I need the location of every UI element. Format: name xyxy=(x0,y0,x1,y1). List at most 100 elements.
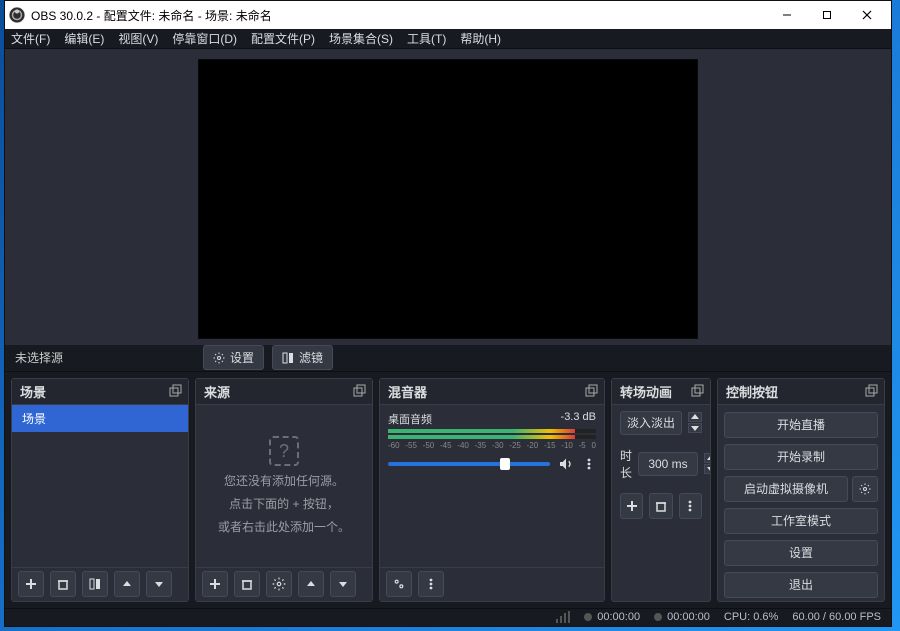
studio-mode-button[interactable]: 工作室模式 xyxy=(724,508,878,534)
mixer-menu-button[interactable] xyxy=(418,571,444,597)
remove-source-button[interactable] xyxy=(234,571,260,597)
scene-item[interactable]: 场景 xyxy=(12,405,188,432)
popout-icon[interactable] xyxy=(864,384,878,398)
window-title: OBS 30.0.2 - 配置文件: 未命名 - 场景: 未命名 xyxy=(31,7,767,24)
scenes-list[interactable]: 场景 xyxy=(12,405,188,567)
tick: -35 xyxy=(475,441,487,450)
transitions-header: 转场动画 xyxy=(612,379,710,405)
transition-select-spin[interactable] xyxy=(688,412,702,433)
sources-empty-hint: ? 您还没有添加任何源。 点击下面的 + 按钮， 或者右击此处添加一个。 xyxy=(196,405,372,567)
mixer-db-value: -3.3 dB xyxy=(561,411,596,427)
minimize-button[interactable] xyxy=(767,1,807,29)
mixer-header: 混音器 xyxy=(380,379,604,405)
vu-meter xyxy=(388,435,596,439)
mixer-dock: 混音器 桌面音频 -3.3 dB -60 -55 -50 -45 xyxy=(379,378,605,602)
controls-title: 控制按钮 xyxy=(726,382,778,401)
menu-dock[interactable]: 停靠窗口(D) xyxy=(172,30,237,47)
move-scene-up-button[interactable] xyxy=(114,571,140,597)
mixer-channel-desktop-audio: 桌面音频 -3.3 dB -60 -55 -50 -45 -40 -35 -30… xyxy=(380,405,604,472)
mixer-body: 桌面音频 -3.3 dB -60 -55 -50 -45 -40 -35 -30… xyxy=(380,405,604,567)
start-virtual-cam-button[interactable]: 启动虚拟摄像机 xyxy=(724,476,848,502)
duration-input[interactable] xyxy=(638,452,698,476)
popout-icon[interactable] xyxy=(168,384,182,398)
volume-slider[interactable] xyxy=(388,462,550,466)
docks-area: 场景 场景 来源 ? 您还没有添加任何源 xyxy=(5,372,891,608)
maximize-button[interactable] xyxy=(807,1,847,29)
add-source-button[interactable] xyxy=(202,571,228,597)
transition-selected-label: 淡入淡出 xyxy=(627,414,675,431)
popout-icon[interactable] xyxy=(584,384,598,398)
obs-window: OBS 30.0.2 - 配置文件: 未命名 - 场景: 未命名 文件(F) 编… xyxy=(4,0,892,627)
tick: -10 xyxy=(561,441,573,450)
popout-icon[interactable] xyxy=(690,384,704,398)
sources-header: 来源 xyxy=(196,379,372,405)
transitions-title: 转场动画 xyxy=(620,382,672,401)
virtual-cam-settings-button[interactable] xyxy=(852,476,878,502)
start-recording-button[interactable]: 开始录制 xyxy=(724,444,878,470)
meter-ticks: -60 -55 -50 -45 -40 -35 -30 -25 -20 -15 … xyxy=(388,441,596,450)
preview-area xyxy=(5,49,891,345)
tick: -50 xyxy=(423,441,435,450)
transitions-dock: 转场动画 淡入淡出 时长 xyxy=(611,378,711,602)
move-source-down-button[interactable] xyxy=(330,571,356,597)
exit-button[interactable]: 退出 xyxy=(724,572,878,598)
start-streaming-button[interactable]: 开始直播 xyxy=(724,412,878,438)
kebab-icon[interactable] xyxy=(582,457,596,471)
controls-dock: 控制按钮 开始直播 开始录制 启动虚拟摄像机 工作室模式 设置 退出 xyxy=(717,378,885,602)
menu-tools[interactable]: 工具(T) xyxy=(407,30,446,47)
menubar: 文件(F) 编辑(E) 视图(V) 停靠窗口(D) 配置文件(P) 场景集合(S… xyxy=(5,29,891,49)
scenes-dock: 场景 场景 xyxy=(11,378,189,602)
source-settings-button[interactable]: 设置 xyxy=(203,345,264,370)
cpu-status: CPU: 0.6% xyxy=(724,611,778,623)
source-properties-button[interactable] xyxy=(266,571,292,597)
mixer-title: 混音器 xyxy=(388,382,427,401)
source-filters-label: 滤镜 xyxy=(299,349,323,366)
tick: -30 xyxy=(492,441,504,450)
menu-file[interactable]: 文件(F) xyxy=(11,30,50,47)
preview-canvas[interactable] xyxy=(198,59,698,339)
transition-select[interactable]: 淡入淡出 xyxy=(620,411,682,435)
speaker-icon[interactable] xyxy=(558,456,574,472)
controls-header: 控制按钮 xyxy=(718,379,884,405)
menu-scene-collection[interactable]: 场景集合(S) xyxy=(329,30,393,47)
remove-transition-button[interactable] xyxy=(649,493,672,519)
no-source-selected-label: 未选择源 xyxy=(15,349,195,366)
mixer-advanced-button[interactable] xyxy=(386,571,412,597)
mixer-channel-name: 桌面音频 xyxy=(388,411,432,427)
add-scene-button[interactable] xyxy=(18,571,44,597)
network-status xyxy=(556,611,570,623)
sources-hint-line3: 或者右击此处添加一个。 xyxy=(218,518,350,535)
sources-toolbar xyxy=(196,567,372,601)
duration-spin[interactable] xyxy=(704,453,710,474)
menu-edit[interactable]: 编辑(E) xyxy=(64,30,104,47)
stream-time-status: 00:00:00 xyxy=(584,611,640,623)
add-transition-button[interactable] xyxy=(620,493,643,519)
question-icon: ? xyxy=(269,436,299,466)
settings-button[interactable]: 设置 xyxy=(724,540,878,566)
menu-help[interactable]: 帮助(H) xyxy=(460,30,501,47)
move-scene-down-button[interactable] xyxy=(146,571,172,597)
titlebar: OBS 30.0.2 - 配置文件: 未命名 - 场景: 未命名 xyxy=(5,1,891,29)
vu-meter xyxy=(388,429,596,433)
stream-dot-icon xyxy=(584,613,592,621)
duration-label: 时长 xyxy=(620,447,632,481)
close-button[interactable] xyxy=(847,1,887,29)
source-filters-button[interactable]: 滤镜 xyxy=(272,345,333,370)
scene-filters-button[interactable] xyxy=(82,571,108,597)
volume-knob[interactable] xyxy=(500,458,510,470)
move-source-up-button[interactable] xyxy=(298,571,324,597)
tick: -5 xyxy=(579,441,586,450)
sources-hint-line1: 您还没有添加任何源。 xyxy=(224,472,344,489)
mixer-toolbar xyxy=(380,567,604,601)
sources-list[interactable]: ? 您还没有添加任何源。 点击下面的 + 按钮， 或者右击此处添加一个。 xyxy=(196,405,372,567)
menu-profile[interactable]: 配置文件(P) xyxy=(251,30,315,47)
statusbar: 00:00:00 00:00:00 CPU: 0.6% 60.00 / 60.0… xyxy=(5,608,891,626)
remove-scene-button[interactable] xyxy=(50,571,76,597)
rec-time-status: 00:00:00 xyxy=(654,611,710,623)
popout-icon[interactable] xyxy=(352,384,366,398)
tick: -55 xyxy=(405,441,417,450)
tick: 0 xyxy=(592,441,596,450)
transition-menu-button[interactable] xyxy=(679,493,702,519)
controls-body: 开始直播 开始录制 启动虚拟摄像机 工作室模式 设置 退出 xyxy=(718,405,884,601)
menu-view[interactable]: 视图(V) xyxy=(118,30,158,47)
